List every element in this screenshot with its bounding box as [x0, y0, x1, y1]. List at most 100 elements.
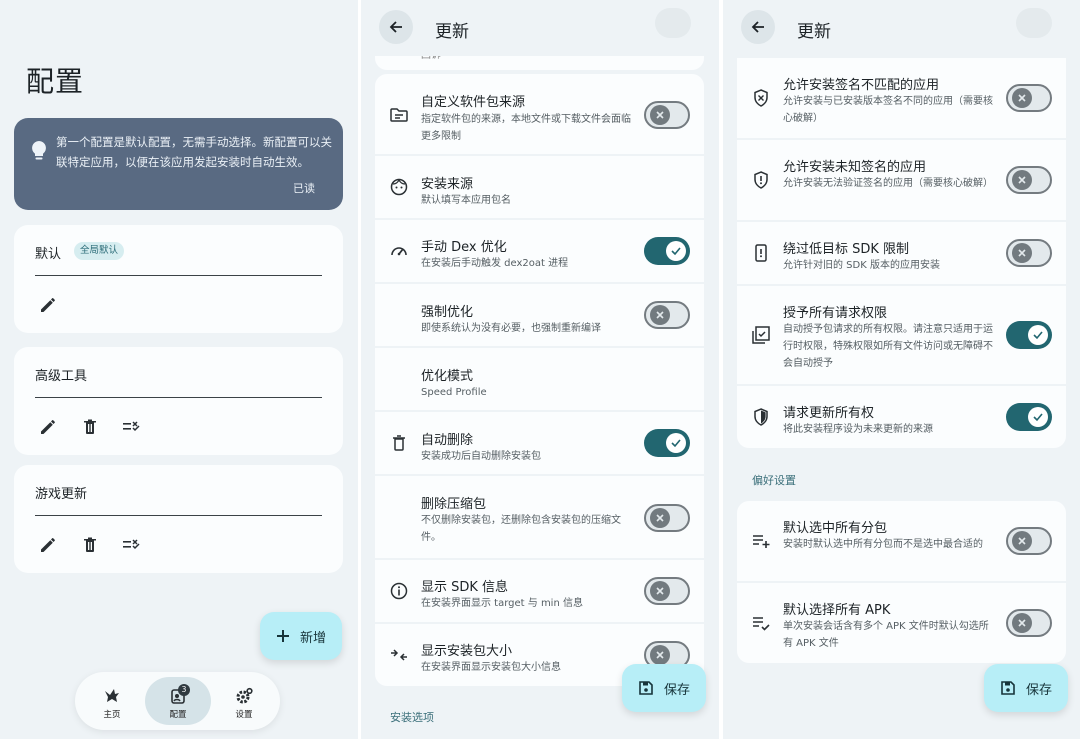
setting-title: 手动 Dex 优化	[421, 240, 507, 255]
gear-icon	[236, 687, 253, 704]
profile-card[interactable]: 游戏更新	[14, 465, 343, 573]
nav-item-profiles[interactable]: 3 配置	[145, 677, 211, 725]
face-icon	[390, 178, 408, 196]
playlist-add-icon	[753, 535, 770, 548]
toggle-switch[interactable]	[1006, 403, 1052, 431]
playlist-check-icon	[753, 617, 770, 631]
page-title: 配置	[26, 65, 85, 98]
setting-desc: 安装时默认选中所有分包而不是选中最合适的	[783, 539, 983, 550]
page-title: 更新	[435, 22, 469, 42]
setting-allow-unknown-sig[interactable]: 允许安装未知签名的应用 允许安装无法验证签名的应用（需要核心破解）	[737, 140, 1066, 220]
back-button[interactable]	[379, 10, 413, 44]
setting-desc: 默认填写本应用包名	[421, 195, 511, 206]
setting-show-sdk[interactable]: 显示 SDK 信息 在安装界面显示 target 与 min 信息	[375, 560, 704, 622]
bird-icon	[105, 689, 119, 702]
toggle-switch[interactable]	[1006, 527, 1052, 555]
speedometer-icon	[391, 247, 407, 256]
setting-install-source[interactable]: 安装来源 默认填写本应用包名	[375, 156, 704, 218]
setting-title: 请求更新所有权	[783, 406, 875, 421]
setting-desc: 在安装后手动触发 dex2oat 进程	[421, 258, 569, 269]
profile-name: 高级工具	[35, 369, 88, 384]
edit-icon[interactable]	[38, 417, 58, 437]
setting-title: 允许安装签名不匹配的应用	[783, 78, 940, 93]
toggle-switch[interactable]	[1006, 239, 1052, 267]
setting-dex-optimize[interactable]: 手动 Dex 优化 在安装后手动触发 dex2oat 进程	[375, 220, 704, 282]
trash-icon	[393, 435, 405, 451]
profile-card[interactable]: 高级工具	[14, 347, 343, 455]
toggle-switch[interactable]	[1006, 84, 1052, 112]
toggle-switch[interactable]	[644, 429, 690, 457]
divider	[35, 515, 322, 516]
nav-label: 配置	[169, 710, 187, 720]
nav-label: 主页	[103, 710, 121, 720]
setting-grant-all-permissions[interactable]: 授予所有请求权限 自动授予包请求的所有权限。请注意只适用于运行时权限，特殊权限如…	[737, 286, 1066, 384]
list-check-x-icon[interactable]	[122, 535, 142, 555]
setting-auto-delete[interactable]: 自动删除 安装成功后自动删除安装包	[375, 412, 704, 474]
toggle-switch[interactable]	[1006, 609, 1052, 637]
setting-desc: 在安装界面显示安装包大小信息	[421, 662, 561, 673]
setting-title: 强制优化	[421, 305, 474, 320]
profile-card[interactable]: 默认 全局默认	[14, 225, 343, 333]
back-button[interactable]	[741, 10, 775, 44]
add-label: 新增	[300, 630, 327, 646]
phone-alert-icon	[755, 244, 767, 262]
nav-item-settings[interactable]: 设置	[211, 677, 277, 725]
setting-value: Speed Profile	[421, 387, 487, 398]
setting-title: 删除压缩包	[421, 497, 487, 512]
edit-icon[interactable]	[38, 295, 58, 315]
add-profile-button[interactable]: 新增	[260, 612, 343, 660]
default-badge: 全局默认	[74, 242, 125, 260]
toolbar-action[interactable]	[655, 8, 691, 38]
toggle-switch[interactable]	[644, 577, 690, 605]
checklist-icon	[752, 326, 770, 344]
toggle-switch[interactable]	[1006, 166, 1052, 194]
delete-icon[interactable]	[80, 535, 100, 555]
tip-card: 第一个配置是默认配置，无需手动选择。新配置可以关联特定应用，以便在该应用发起安装…	[14, 118, 343, 210]
setting-select-all-apk[interactable]: 默认选择所有 APK 单次安装会话含有多个 APK 文件时默认勾选所有 APK …	[737, 583, 1066, 663]
setting-title: 优化模式	[421, 369, 474, 384]
setting-title: 显示安装包大小	[421, 644, 513, 659]
update-profile-screen: 更新 回诉 自定义软件包来源 指定软件包的来源，本地文件或下载文件会面临更多限制…	[361, 0, 719, 739]
plus-icon	[277, 630, 289, 642]
edit-icon[interactable]	[38, 535, 58, 555]
setting-desc: 单次安装会话含有多个 APK 文件时默认勾选所有 APK 文件	[783, 621, 989, 649]
nav-item-home[interactable]: 主页	[79, 677, 145, 725]
setting-title: 默认选择所有 APK	[783, 603, 891, 618]
toggle-switch[interactable]	[644, 301, 690, 329]
setting-title: 安装来源	[421, 177, 474, 192]
save-label: 保存	[1026, 682, 1053, 698]
setting-force-optimize[interactable]: 强制优化 即使系统认为没有必要，也强制重新编译	[375, 284, 704, 346]
setting-bypass-low-sdk[interactable]: 绕过低目标 SDK 限制 允许针对旧的 SDK 版本的应用安装	[737, 222, 1066, 284]
mark-read-button[interactable]: 已读	[293, 180, 315, 196]
bottom-navigation: 主页 3 配置 设置	[75, 672, 280, 730]
save-icon	[1001, 681, 1015, 695]
setting-desc: 允许安装与已安装版本签名不同的应用（需要核心破解）	[783, 96, 993, 124]
toggle-switch[interactable]	[1006, 321, 1052, 349]
profile-name: 游戏更新	[35, 487, 88, 502]
setting-delete-archive[interactable]: 删除压缩包 不仅删除安装包，还删除包含安装包的压缩文件。	[375, 476, 704, 558]
setting-select-all-splits[interactable]: 默认选中所有分包 安装时默认选中所有分包而不是选中最合适的	[737, 501, 1066, 581]
toggle-switch[interactable]	[644, 504, 690, 532]
setting-optimize-mode[interactable]: 优化模式 Speed Profile	[375, 348, 704, 410]
folder-list-icon	[390, 108, 408, 122]
setting-custom-source[interactable]: 自定义软件包来源 指定软件包的来源，本地文件或下载文件会面临更多限制	[375, 74, 704, 154]
save-button[interactable]: 保存	[984, 664, 1069, 712]
setting-desc: 不仅删除安装包，还删除包含安装包的压缩文件。	[421, 515, 621, 543]
setting-allow-sig-mismatch[interactable]: 允许安装签名不匹配的应用 允许安装与已安装版本签名不同的应用（需要核心破解）	[737, 58, 1066, 138]
lightbulb-icon	[32, 141, 46, 160]
toggle-switch[interactable]	[644, 101, 690, 129]
shield-check-icon	[754, 408, 768, 426]
setting-title: 绕过低目标 SDK 限制	[783, 242, 910, 257]
save-button[interactable]: 保存	[622, 664, 707, 712]
setting-desc: 指定软件包的来源，本地文件或下载文件会面临更多限制	[421, 114, 631, 142]
section-header: 偏好设置	[752, 474, 796, 487]
delete-icon[interactable]	[80, 417, 100, 437]
profile-name: 默认	[35, 247, 62, 262]
arrow-left-icon	[389, 21, 402, 33]
setting-request-ownership[interactable]: 请求更新所有权 将此安装程序设为未来更新的来源	[737, 386, 1066, 448]
toolbar-action[interactable]	[1016, 8, 1052, 38]
setting-desc: 在安装界面显示 target 与 min 信息	[421, 598, 583, 609]
toggle-switch[interactable]	[644, 237, 690, 265]
save-icon	[639, 681, 653, 695]
list-check-x-icon[interactable]	[122, 417, 142, 437]
